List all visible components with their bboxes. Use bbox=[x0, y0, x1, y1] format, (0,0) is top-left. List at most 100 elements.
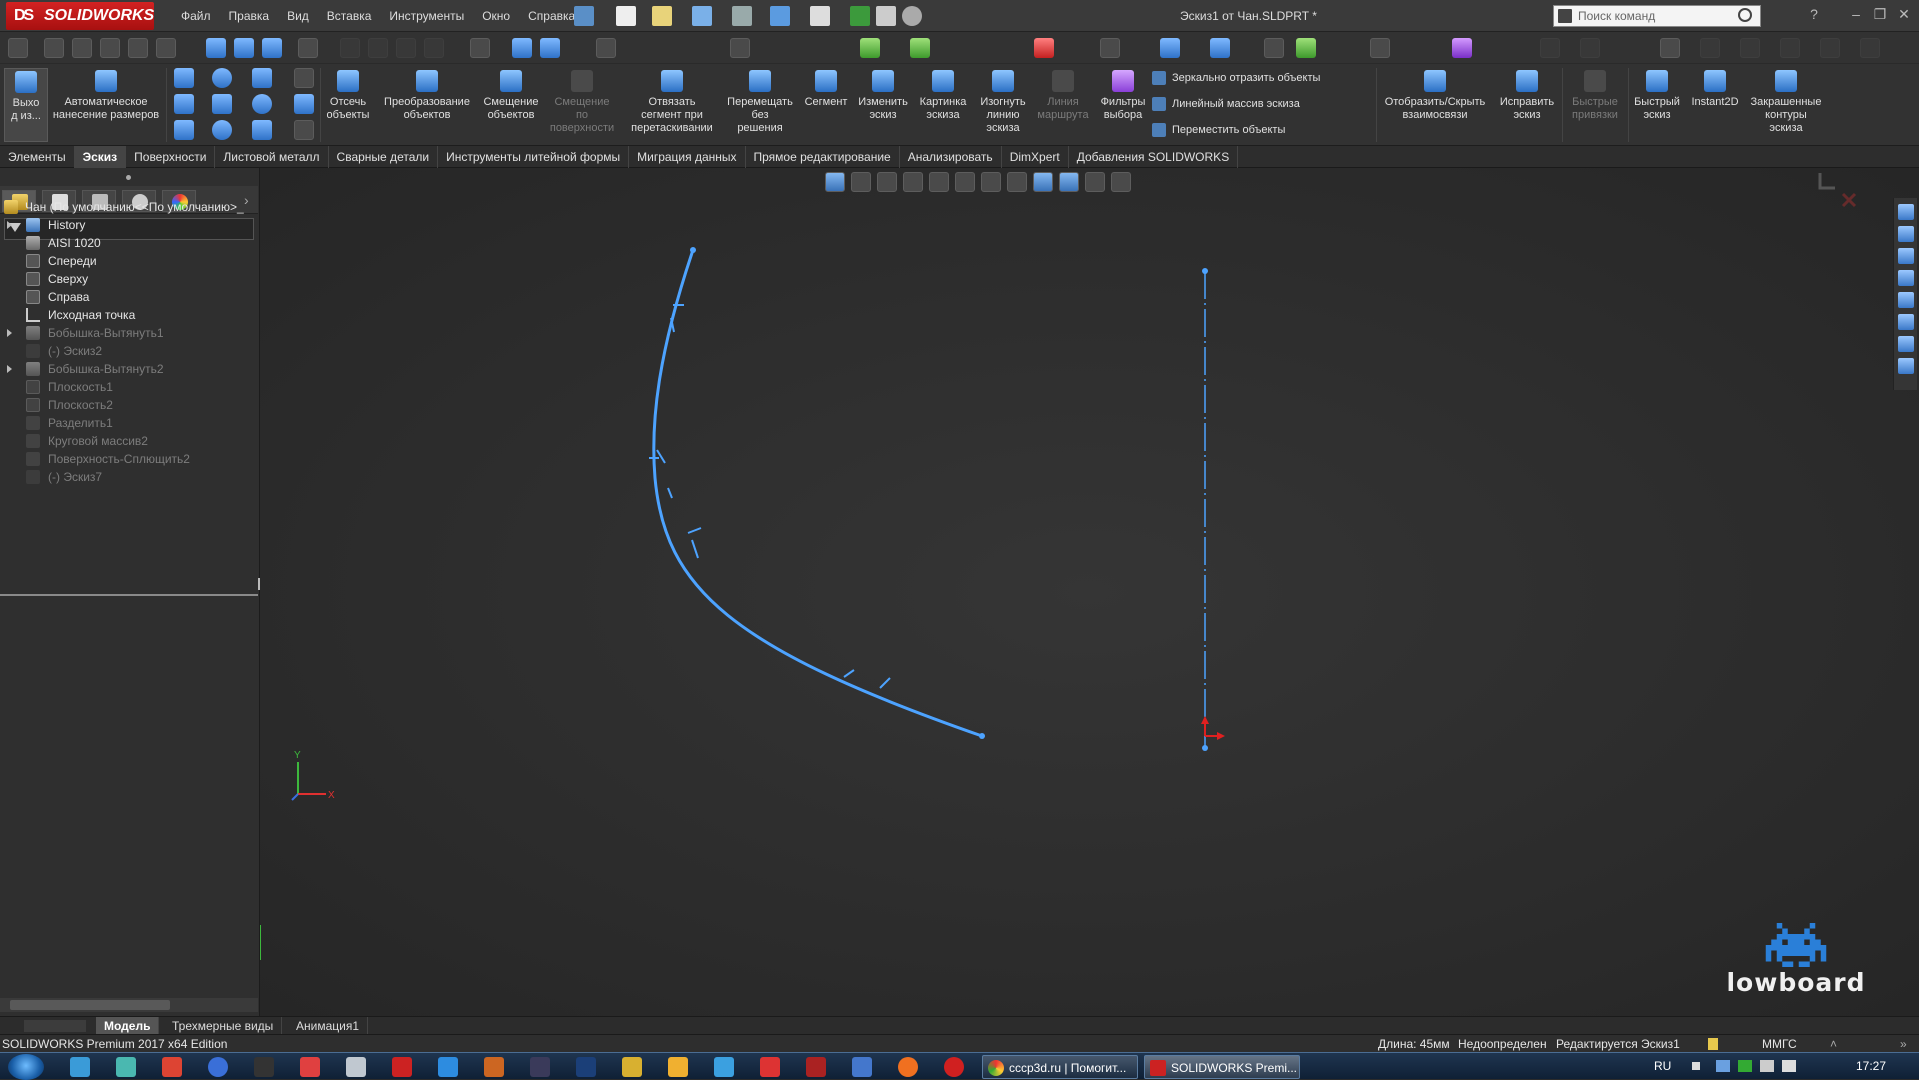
scrollbar-thumb[interactable] bbox=[10, 1000, 170, 1010]
resources-icon[interactable] bbox=[1898, 226, 1914, 242]
dimetric-icon[interactable] bbox=[262, 38, 282, 58]
taskbar-app-icon[interactable] bbox=[162, 1057, 182, 1077]
tab-6[interactable]: Миграция данных bbox=[629, 146, 746, 168]
convert-entities-button[interactable]: Преобразование объектов bbox=[378, 68, 476, 122]
print-icon[interactable] bbox=[732, 6, 752, 26]
taskbar-app-icon[interactable] bbox=[438, 1057, 458, 1077]
tab-4[interactable]: Сварные детали bbox=[329, 146, 439, 168]
search-icon[interactable] bbox=[1738, 8, 1752, 22]
detach-segment-button[interactable]: Отвязать сегмент при перетаскивании bbox=[620, 68, 724, 135]
tab-scroll-arrows[interactable] bbox=[24, 1020, 86, 1032]
tree-item[interactable]: Сверху bbox=[0, 270, 258, 288]
previous-view-icon[interactable] bbox=[877, 172, 897, 192]
curvature-icon[interactable] bbox=[1264, 38, 1284, 58]
polygon-icon[interactable] bbox=[212, 120, 232, 140]
taskbar-app-icon[interactable] bbox=[346, 1057, 366, 1077]
tree-item[interactable]: History bbox=[0, 216, 258, 234]
line-icon[interactable] bbox=[174, 68, 194, 88]
tree-item[interactable]: Спереди bbox=[0, 252, 258, 270]
view-front-icon[interactable] bbox=[44, 38, 64, 58]
tree-item[interactable]: Справа bbox=[0, 288, 258, 306]
rebuild-icon[interactable] bbox=[850, 6, 870, 26]
confirmation-corner[interactable] bbox=[1815, 168, 1859, 208]
tab-1[interactable]: Эскиз bbox=[74, 146, 127, 168]
solidworks-logo[interactable]: DS SOLIDWORKS bbox=[6, 2, 154, 30]
options-gear-icon[interactable] bbox=[902, 6, 922, 26]
ellipse-icon[interactable] bbox=[252, 94, 272, 114]
taskbar-app-icon[interactable] bbox=[70, 1057, 90, 1077]
tab-3[interactable]: Листовой металл bbox=[215, 146, 329, 168]
graphics-area[interactable]: Y X – ❐ ✕ bbox=[260, 168, 1919, 1016]
tree-item[interactable]: AISI 1020 bbox=[0, 234, 258, 252]
spline-end-point[interactable] bbox=[979, 733, 985, 739]
relations-icon[interactable] bbox=[470, 38, 490, 58]
menu-edit[interactable]: Правка bbox=[220, 0, 279, 32]
expand-arrow-icon[interactable] bbox=[7, 329, 12, 337]
error-icon[interactable] bbox=[1034, 38, 1054, 58]
zebra-icon[interactable] bbox=[1296, 38, 1316, 58]
expand-arrow-icon[interactable] bbox=[7, 365, 12, 373]
trim-entities-button[interactable]: Отсечь объекты bbox=[322, 68, 374, 122]
linear-pattern-button[interactable]: Линейный массив эскиза bbox=[1152, 96, 1300, 112]
taskbar-app-icon[interactable] bbox=[392, 1057, 412, 1077]
help-icon[interactable]: ? bbox=[1806, 6, 1822, 22]
apply-scene-icon[interactable] bbox=[1059, 172, 1079, 192]
autocad-icon[interactable] bbox=[760, 1057, 780, 1077]
taskbar-app-icon[interactable] bbox=[622, 1057, 642, 1077]
taskbar-task-chrome[interactable]: cccp3d.ru | Помогит... bbox=[982, 1055, 1138, 1079]
edit-appearance-icon[interactable] bbox=[1033, 172, 1053, 192]
view-back-icon[interactable] bbox=[72, 38, 92, 58]
home-icon[interactable] bbox=[1898, 204, 1914, 220]
language-indicator[interactable]: RU bbox=[1654, 1053, 1671, 1080]
antivirus-icon[interactable] bbox=[1738, 1060, 1752, 1072]
centerline-top-point[interactable] bbox=[1202, 268, 1208, 274]
jog-line-button[interactable]: Изогнуть линию эскиза bbox=[974, 68, 1032, 135]
units-chevron-icon[interactable]: ˄ bbox=[1830, 1035, 1837, 1053]
forum-icon[interactable] bbox=[1898, 358, 1914, 374]
scene-icon[interactable] bbox=[1210, 38, 1230, 58]
view-orientation-icon[interactable] bbox=[955, 172, 975, 192]
segment-button[interactable]: Сегмент bbox=[800, 68, 852, 109]
units-selector[interactable]: ММГС bbox=[1762, 1035, 1797, 1053]
tree-item[interactable]: Плоскость1 bbox=[0, 378, 258, 396]
check-sketch-icon[interactable] bbox=[910, 38, 930, 58]
hide-items-icon[interactable] bbox=[1007, 172, 1027, 192]
expand-arrow-icon[interactable] bbox=[7, 221, 12, 229]
tab-5[interactable]: Инструменты литейной формы bbox=[438, 146, 630, 168]
tree-item[interactable]: Круговой массив2 bbox=[0, 432, 258, 450]
display-relations-button[interactable]: Отобразить/Скрыть взаимосвязи bbox=[1380, 68, 1490, 122]
tab-3d-views[interactable]: Трехмерные виды bbox=[164, 1017, 283, 1035]
offset-on-surface-button[interactable]: Смещение по поверхности bbox=[548, 68, 616, 135]
file-properties-icon[interactable] bbox=[876, 6, 896, 26]
search-commands-input[interactable]: Поиск команд bbox=[1553, 5, 1761, 27]
render-icon[interactable] bbox=[1370, 38, 1390, 58]
measure-icon[interactable] bbox=[512, 38, 532, 58]
zoom-area-icon[interactable] bbox=[851, 172, 871, 192]
file-explorer-icon[interactable] bbox=[1898, 270, 1914, 286]
hide-show-icon[interactable] bbox=[1100, 38, 1120, 58]
tree-item[interactable]: Бобышка-Вытянуть1 bbox=[0, 324, 258, 342]
section-view-icon[interactable] bbox=[540, 38, 560, 58]
network-icon[interactable] bbox=[1716, 1060, 1730, 1072]
menu-file[interactable]: Файл bbox=[172, 0, 220, 32]
tree-item[interactable]: Поверхность-Сплющить2 bbox=[0, 450, 258, 468]
clock[interactable]: 17:27 bbox=[1856, 1053, 1886, 1080]
view-top-icon[interactable] bbox=[156, 38, 176, 58]
view-left-icon[interactable] bbox=[100, 38, 120, 58]
menu-view[interactable]: Вид bbox=[278, 0, 318, 32]
new-document-icon[interactable] bbox=[616, 6, 636, 26]
tree-item[interactable]: Бобышка-Вытянуть2 bbox=[0, 360, 258, 378]
slot-icon[interactable] bbox=[174, 120, 194, 140]
zoom-to-fit-icon[interactable] bbox=[825, 172, 845, 192]
statistics-icon[interactable] bbox=[860, 38, 880, 58]
route-line-button[interactable]: Линия маршрута bbox=[1034, 68, 1092, 122]
tab-animation1[interactable]: Анимация1 bbox=[288, 1017, 369, 1035]
move-entities-button[interactable]: Переместить объекты bbox=[1152, 122, 1285, 138]
dynamic-annotation-icon[interactable] bbox=[929, 172, 949, 192]
panel-grip-icon[interactable] bbox=[126, 175, 131, 180]
status-expand-icon[interactable]: » bbox=[1900, 1035, 1907, 1053]
taskbar-app-icon[interactable] bbox=[208, 1057, 228, 1077]
restore-icon[interactable]: ❐ bbox=[1872, 6, 1888, 22]
save-icon[interactable] bbox=[692, 6, 712, 26]
move-without-solving-button[interactable]: Перемещать без решения bbox=[722, 68, 798, 135]
